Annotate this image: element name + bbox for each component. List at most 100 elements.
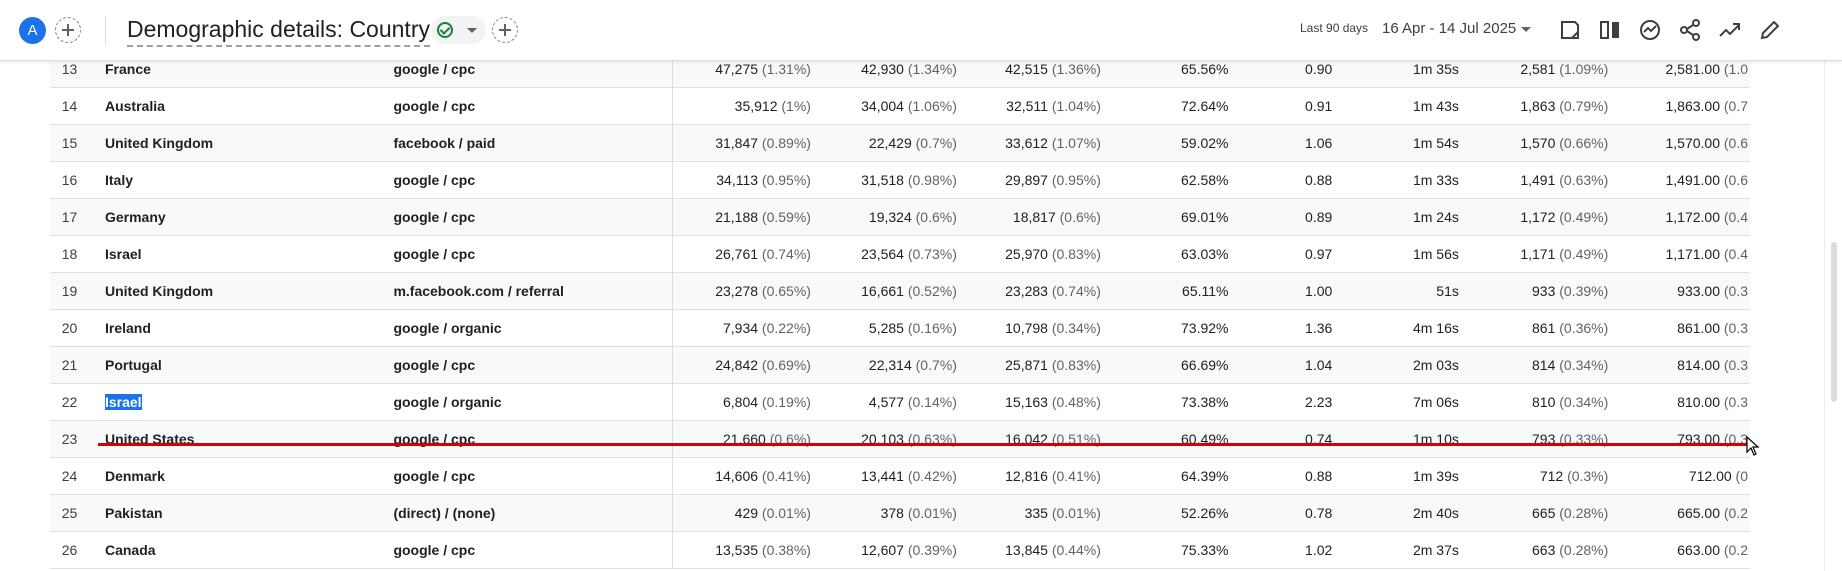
add-comparison-icon[interactable]	[55, 17, 81, 43]
cell-value: 1.02	[1305, 542, 1333, 558]
metric-cell: 1m 10s	[1334, 420, 1461, 458]
table-row[interactable]: 22 Israel google / organic 6,804 (0.19%) 4,5…	[50, 383, 1750, 421]
report-table: 13 France google / cpc 47,275 (1.31%) 42,930…	[50, 60, 1750, 569]
page-title[interactable]: Demographic details: Country	[127, 14, 430, 47]
cell-value: (0.44%)	[1051, 542, 1101, 558]
metric-cell: 66.69%	[1102, 346, 1231, 384]
scrollbar-thumb[interactable]	[1831, 242, 1837, 402]
metric-cell: 0.88	[1230, 457, 1335, 495]
header-divider	[105, 16, 106, 44]
source-medium-cell: google / cpc	[387, 531, 673, 569]
table-row[interactable]: 25 Pakistan (direct) / (none) 429 (0.01%) 37…	[50, 494, 1750, 532]
cell-value: (0.16%)	[907, 320, 957, 336]
metric-cell: 2m 03s	[1334, 346, 1461, 384]
add-icon[interactable]	[492, 17, 518, 43]
cell-value: 712.00	[1688, 468, 1732, 484]
cell-value: 4,577	[868, 394, 904, 410]
cell-value: (0.73%)	[907, 246, 957, 262]
metric-cell: 64.39%	[1102, 457, 1231, 495]
cell-value: (0.41%)	[761, 468, 811, 484]
table-row[interactable]: 14 Australia google / cpc 35,912 (1%) 34,004…	[50, 87, 1750, 125]
cell-value: 1m 35s	[1412, 61, 1459, 77]
metric-cell: 378 (0.01%)	[812, 494, 959, 532]
metric-cell: 1,171 (0.49%)	[1460, 235, 1611, 273]
cell-value: 2m 40s	[1412, 505, 1459, 521]
metric-cell: 1,863.00 (0.7	[1610, 87, 1750, 125]
report-header: A Demographic details: Country Last 90 d…	[0, 0, 1842, 61]
cell-value: (0.65%)	[761, 283, 811, 299]
share-icon[interactable]	[1677, 17, 1703, 43]
cell-value: (0.98%)	[907, 172, 957, 188]
cell-value: 7m 06s	[1412, 394, 1459, 410]
cell-value: (direct) / (none)	[393, 505, 496, 521]
trend-icon[interactable]	[1717, 17, 1743, 43]
table-row[interactable]: 20 Ireland google / organic 7,934 (0.22%) 5,…	[50, 309, 1750, 347]
table-row[interactable]: 17 Germany google / cpc 21,188 (0.59%) 19,32…	[50, 198, 1750, 236]
row-index: 22	[50, 383, 89, 421]
table-row[interactable]: 24 Denmark google / cpc 14,606 (0.41%) 13,44…	[50, 457, 1750, 495]
metric-cell: 16,661 (0.52%)	[812, 272, 959, 310]
table-row[interactable]: 13 France google / cpc 47,275 (1.31%) 42,930…	[50, 60, 1750, 88]
date-range-caret-icon[interactable]	[1521, 27, 1531, 32]
metric-cell: 16,042 (0.51%)	[958, 420, 1103, 458]
source-medium-cell: google / cpc	[387, 457, 673, 495]
cell-value: 1,491	[1520, 172, 1556, 188]
table-row[interactable]: 18 Israel google / cpc 26,761 (0.74%) 23,564…	[50, 235, 1750, 273]
metric-cell: 32,511 (1.04%)	[958, 87, 1103, 125]
row-index: 16	[50, 161, 89, 199]
metric-cell: 75.33%	[1102, 531, 1231, 569]
cell-value: 35,912	[734, 98, 778, 114]
cell-value: 26,761	[715, 246, 759, 262]
table-row[interactable]: 15 United Kingdom facebook / paid 31,847 (0…	[50, 124, 1750, 162]
cell-value: 1,172	[1520, 209, 1556, 225]
cell-value: 32,511	[1006, 98, 1048, 114]
cell-value: 59.02%	[1181, 135, 1229, 151]
cell-value: 42,930	[861, 61, 904, 77]
edit-icon[interactable]	[1757, 17, 1783, 43]
date-range-label: Last 90 days	[1300, 21, 1369, 35]
cell-value: (0.3	[1723, 283, 1748, 299]
cell-value: 42,515	[1005, 61, 1048, 77]
customize-report-icon[interactable]	[1557, 17, 1583, 43]
row-drop-indicator	[98, 443, 1751, 446]
cell-value: (1.07%)	[1051, 135, 1101, 151]
country-cell: United Kingdom	[88, 272, 388, 310]
table-row[interactable]: 21 Portugal google / cpc 24,842 (0.69%) 22,3…	[50, 346, 1750, 384]
country-name: Denmark	[104, 468, 165, 484]
cell-value: google / organic	[393, 394, 502, 410]
cell-value: 26	[61, 542, 78, 558]
report-status-chip[interactable]	[431, 16, 486, 44]
metric-cell: 2.23	[1230, 383, 1335, 421]
metric-cell: 933.00 (0.3	[1610, 272, 1750, 310]
table-row[interactable]: 26 Canada google / cpc 13,535 (0.38%) 12,607…	[50, 531, 1750, 569]
date-range-value[interactable]: 16 Apr - 14 Jul 2025	[1382, 20, 1516, 37]
cell-value: (0.79%)	[1559, 98, 1609, 114]
cell-value: 1,570	[1520, 135, 1556, 151]
row-index: 18	[50, 235, 89, 273]
country-cell: Italy	[88, 161, 388, 199]
cell-value: (0.2	[1723, 505, 1748, 521]
cell-value: 22	[61, 394, 78, 410]
cell-value: (0.66%)	[1559, 135, 1609, 151]
row-index: 17	[50, 198, 89, 236]
cell-value: 1m 39s	[1412, 468, 1459, 484]
metric-cell: 7,934 (0.22%)	[672, 309, 813, 347]
cell-value: 15	[61, 135, 78, 151]
cell-value: 665	[1532, 505, 1556, 521]
report-table-container[interactable]: 13 France google / cpc 47,275 (1.31%) 42,930…	[50, 60, 1750, 571]
cell-value: 13	[61, 61, 78, 77]
table-row[interactable]: 19 United Kingdom m.facebook.com / referra…	[50, 272, 1750, 310]
metric-cell: 13,535 (0.38%)	[672, 531, 813, 569]
cell-value: (0.38%)	[761, 542, 811, 558]
table-row[interactable]: 23 United States google / cpc 21,660 (0.6%)…	[50, 420, 1750, 458]
account-avatar[interactable]: A	[19, 17, 46, 44]
metric-cell: 59.02%	[1102, 124, 1231, 162]
metric-cell: 4,577 (0.14%)	[812, 383, 959, 421]
cell-value: 13,441	[861, 468, 904, 484]
table-row[interactable]: 16 Italy google / cpc 34,113 (0.95%) 31,518 …	[50, 161, 1750, 199]
insights-icon[interactable]	[1637, 17, 1663, 43]
metric-cell: 1.02	[1230, 531, 1335, 569]
country-name: Israel	[104, 246, 142, 262]
compare-icon[interactable]	[1597, 17, 1623, 43]
cell-value: 24,842	[715, 357, 759, 373]
